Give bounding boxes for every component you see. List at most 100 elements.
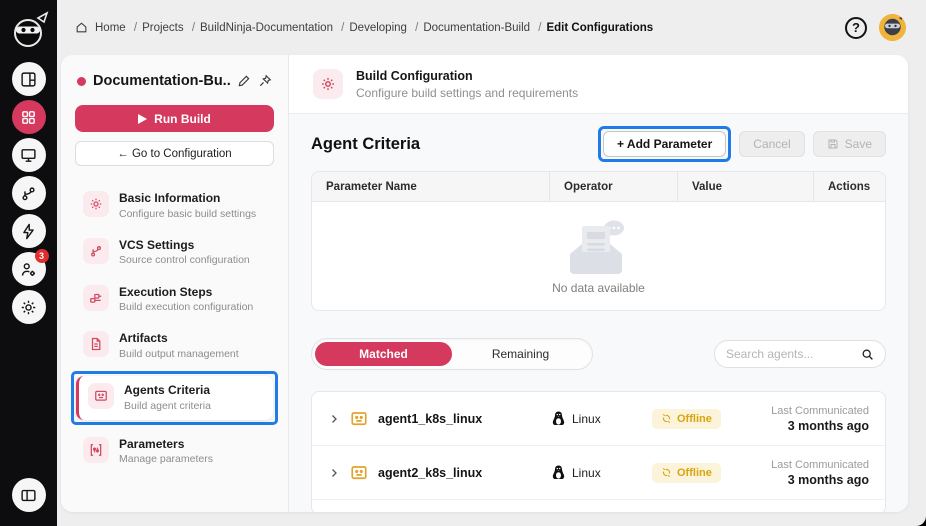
unlink-icon: [662, 467, 671, 478]
notification-badge: 3: [34, 249, 49, 263]
nav-item-vcs-settings[interactable]: VCS Settings Source control configuratio…: [75, 231, 274, 275]
agent-name: agent2_k8s_linux: [378, 465, 483, 480]
tab-matched[interactable]: Matched: [315, 342, 452, 366]
help-button[interactable]: ?: [845, 16, 867, 39]
projects-grid-icon[interactable]: [11, 100, 46, 134]
breadcrumb-projects[interactable]: Projects: [142, 22, 195, 34]
breadcrumb-build[interactable]: Documentation-Build: [423, 22, 541, 34]
save-button[interactable]: Save: [812, 131, 886, 157]
agent-row-2: agent2_k8s_linux Linux Offline Last Comm…: [312, 446, 885, 500]
breadcrumb-home[interactable]: Home: [95, 22, 137, 34]
nav-item-artifacts[interactable]: Artifacts Build output management: [75, 324, 274, 368]
agent-tabs: Matched Remaining: [311, 338, 593, 370]
play-icon: [138, 113, 148, 124]
unlink-icon: [662, 413, 671, 424]
home-icon: [76, 22, 87, 33]
nav-item-execution-steps[interactable]: Execution Steps Build execution configur…: [75, 278, 274, 322]
page: Home Projects BuildNinja-Documentation D…: [57, 0, 926, 526]
breadcrumb-current: Edit Configurations: [546, 21, 654, 34]
agent-os: Linux: [572, 411, 601, 426]
steps-icon: [83, 284, 109, 311]
agent-row-partial: [312, 500, 885, 512]
breadcrumb: Home Projects BuildNinja-Documentation D…: [75, 21, 653, 34]
page-title: Build Configuration: [356, 68, 473, 83]
agent-screen-icon: [351, 465, 367, 479]
search-icon[interactable]: [861, 348, 874, 361]
breadcrumb-subproject[interactable]: Developing: [349, 22, 418, 34]
nav-item-parameters[interactable]: Parameters Manage parameters: [75, 430, 274, 474]
pin-icon[interactable]: [258, 74, 272, 88]
column-parameter-name: Parameter Name: [326, 180, 417, 193]
chevron-right-icon[interactable]: [328, 467, 340, 479]
nav-item-sublabel: Configure basic build settings: [119, 207, 257, 220]
edit-pencil-icon[interactable]: [237, 74, 251, 88]
chevron-right-icon[interactable]: [328, 413, 340, 425]
settings-gear-icon[interactable]: [11, 290, 46, 324]
empty-state-text: No data available: [552, 280, 645, 295]
go-to-configuration-button[interactable]: ← Go to Configuration: [75, 141, 274, 166]
monitor-icon[interactable]: [11, 138, 46, 172]
column-operator: Operator: [549, 172, 677, 201]
parameters-table: Parameter Name Operator Value Actions No…: [311, 171, 886, 311]
last-communicated-label: Last Communicated: [771, 404, 869, 417]
status-badge: Offline: [652, 408, 721, 429]
agent-search: [714, 340, 886, 368]
sliders-icon: [83, 436, 109, 463]
nav-item-sublabel: Build output management: [119, 347, 239, 360]
nav-item-basic-information[interactable]: Basic Information Configure basic build …: [75, 184, 274, 228]
add-parameter-highlight-box: + Add Parameter: [598, 126, 732, 162]
table-header-row: Parameter Name Operator Value Actions: [312, 172, 885, 202]
page-subtitle: Configure build settings and requirement…: [356, 85, 579, 100]
nav-item-label: Artifacts: [119, 331, 168, 346]
icon-rail: 3: [0, 0, 57, 526]
agent-criteria-content: Agent Criteria + Add Parameter Cancel Sa…: [289, 114, 908, 512]
agents-criteria-highlight-box: Agents Criteria Build agent criteria: [71, 371, 278, 425]
nav-item-label: Execution Steps: [119, 284, 213, 299]
agent-list: agent1_k8s_linux Linux Offline Last Comm…: [311, 391, 886, 512]
content-shell: Documentation-Bu... Run Build ← Go to Co…: [61, 55, 908, 512]
gear-icon: [83, 191, 109, 217]
status-badge: Offline: [652, 462, 721, 483]
linux-tux-icon: [552, 411, 565, 425]
last-communicated-value: 3 months ago: [787, 418, 869, 433]
nav-item-label: Parameters: [119, 436, 185, 451]
cancel-button[interactable]: Cancel: [739, 131, 805, 157]
column-value: Value: [677, 172, 813, 201]
agent-row-1: agent1_k8s_linux Linux Offline Last Comm…: [312, 392, 885, 446]
nav-item-label: VCS Settings: [119, 237, 195, 252]
save-icon: [828, 139, 838, 149]
panel-toggle-icon[interactable]: [11, 478, 46, 512]
agent-screen-icon: [88, 383, 114, 410]
empty-inbox-icon: [569, 220, 624, 274]
document-icon: [83, 331, 109, 358]
nav-item-sublabel: Source control configuration: [119, 254, 250, 267]
dashboard-icon[interactable]: [11, 62, 46, 96]
last-communicated-label: Last Communicated: [771, 458, 869, 471]
build-configuration-header: Build Configuration Configure build sett…: [289, 55, 908, 114]
column-actions: Actions: [813, 172, 885, 201]
agent-os: Linux: [572, 465, 601, 480]
add-parameter-button[interactable]: + Add Parameter: [603, 131, 727, 157]
search-input[interactable]: [726, 347, 855, 361]
nav-item-label: Basic Information: [119, 191, 221, 205]
empty-state: No data available: [312, 202, 885, 310]
section-title: Agent Criteria: [311, 134, 421, 153]
app-root: 3 Home Projects BuildNinja-Documentation…: [0, 0, 926, 526]
git-branch-icon[interactable]: [11, 176, 46, 210]
main-area: Build Configuration Configure build sett…: [289, 55, 908, 512]
avatar[interactable]: [879, 14, 906, 41]
nav-item-agents-criteria[interactable]: Agents Criteria Build agent criteria: [76, 376, 273, 420]
build-nav-panel: Documentation-Bu... Run Build ← Go to Co…: [61, 55, 289, 512]
last-communicated-value: 3 months ago: [787, 472, 869, 487]
nav-item-sublabel: Build agent criteria: [124, 399, 211, 412]
agent-name: agent1_k8s_linux: [378, 411, 483, 426]
nav-item-sublabel: Build execution configuration: [119, 301, 254, 314]
breadcrumb-project[interactable]: BuildNinja-Documentation: [200, 22, 344, 34]
lightning-icon[interactable]: [11, 214, 46, 248]
tab-remaining[interactable]: Remaining: [452, 342, 589, 366]
run-build-button[interactable]: Run Build: [75, 105, 274, 132]
agent-screen-icon: [351, 411, 367, 425]
nav-item-sublabel: Manage parameters: [119, 453, 213, 466]
user-gear-icon[interactable]: 3: [11, 249, 49, 286]
linux-tux-icon: [552, 465, 565, 479]
